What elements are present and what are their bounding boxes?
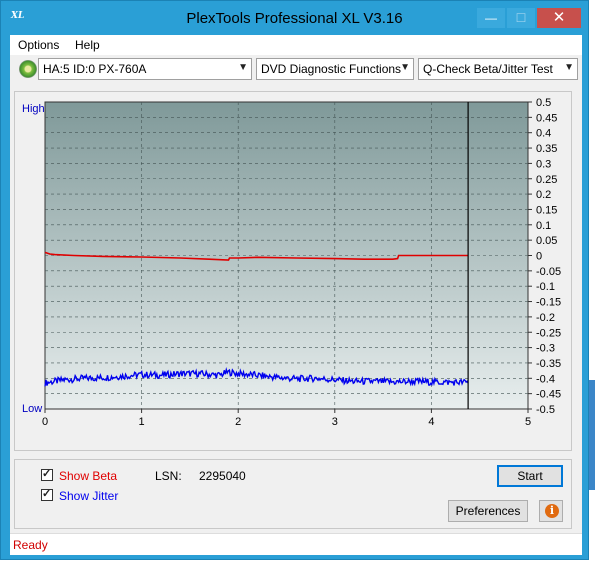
y-tick-label: -0.05 [536,266,561,278]
background-bottom-edge [0,560,595,566]
status-bar: Ready [10,533,582,555]
y-tick-label: 0.1 [536,220,551,232]
function-select[interactable]: DVD Diagnostic Functions ▼ [256,58,414,80]
x-tick-label: 4 [428,416,434,428]
test-select[interactable]: Q-Check Beta/Jitter Test ▼ [418,58,578,80]
y-tick-label: -0.15 [536,297,561,309]
maximize-button[interactable]: ☐ [507,8,535,28]
beta-jitter-chart: 0.5 0.45 0.4 0.35 0.3 0.25 0.2 0.15 0.1 0.05 0 -0.0… [22,97,561,428]
y-tick-label: -0.5 [536,404,555,416]
high-label: High [22,103,45,115]
background-edge [589,0,595,566]
background-window-edge [589,380,595,490]
show-jitter-label[interactable]: Show Jitter [59,489,118,503]
info-button[interactable]: i [539,500,563,522]
y-tick-label: -0.3 [536,343,555,355]
show-beta-checkbox[interactable] [41,467,53,481]
y-tick-label: 0.35 [536,143,557,155]
client-area: Options Help HA:5 ID:0 PX-760A ▼ DVD Dia… [10,35,582,555]
show-jitter-checkbox[interactable] [41,487,53,501]
minimize-button[interactable]: — [477,8,505,28]
function-select-value: DVD Diagnostic Functions [261,62,402,76]
close-button[interactable]: ✕ [537,8,581,28]
y-tick-label: -0.25 [536,327,561,339]
x-tick-label: 0 [42,416,48,428]
chart-panel: 0.5 0.45 0.4 0.35 0.3 0.25 0.2 0.15 0.1 0.05 0 -0.0… [14,91,572,451]
screen: XL PlexTools Professional XL V3.16 — ☐ ✕… [0,0,595,566]
chevron-down-icon: ▼ [564,62,574,73]
y-tick-label: 0.2 [536,189,551,201]
x-tick-label: 5 [525,416,531,428]
chevron-down-icon: ▼ [400,62,410,73]
status-text: Ready [13,538,48,552]
y-tick-label: 0.25 [536,174,557,186]
y-tick-label: 0.3 [536,158,551,170]
y-tick-label: 0.4 [536,128,551,140]
preferences-button[interactable]: Preferences [448,500,528,522]
menu-help[interactable]: Help [75,38,100,52]
drive-select[interactable]: HA:5 ID:0 PX-760A ▼ [38,58,252,80]
title-bar[interactable]: XL PlexTools Professional XL V3.16 — ☐ ✕ [1,1,588,35]
chevron-down-icon: ▼ [238,62,248,73]
x-tick-label: 2 [235,416,241,428]
x-tick-label: 3 [332,416,338,428]
disc-drive-icon [19,60,37,78]
test-select-value: Q-Check Beta/Jitter Test [423,62,553,76]
y-tick-label: -0.35 [536,358,561,370]
app-window: XL PlexTools Professional XL V3.16 — ☐ ✕… [0,0,589,560]
start-button[interactable]: Start [497,465,563,487]
y-tick-label: 0.05 [536,235,557,247]
y-tick-label: -0.2 [536,312,555,324]
low-label: Low [22,403,42,415]
y-tick-label: 0.15 [536,204,557,216]
lsn-value: 2295040 [199,469,246,483]
menu-options[interactable]: Options [18,38,59,52]
options-panel: Show Beta Show Jitter LSN: 2295040 Start… [14,459,572,529]
x-tick-label: 1 [139,416,145,428]
toolbar: HA:5 ID:0 PX-760A ▼ DVD Diagnostic Funct… [10,57,582,83]
y-tick-label: 0.45 [536,112,557,124]
show-beta-label[interactable]: Show Beta [59,469,117,483]
y-tick-label: -0.1 [536,281,555,293]
drive-select-value: HA:5 ID:0 PX-760A [43,62,147,76]
y-tick-label: -0.4 [536,373,555,385]
y-tick-label: 0 [536,251,542,263]
menu-bar: Options Help [10,35,582,55]
y-tick-label: -0.45 [536,389,561,401]
lsn-label: LSN: [155,469,182,483]
info-icon: i [545,504,559,518]
y-tick-label: 0.5 [536,97,551,109]
